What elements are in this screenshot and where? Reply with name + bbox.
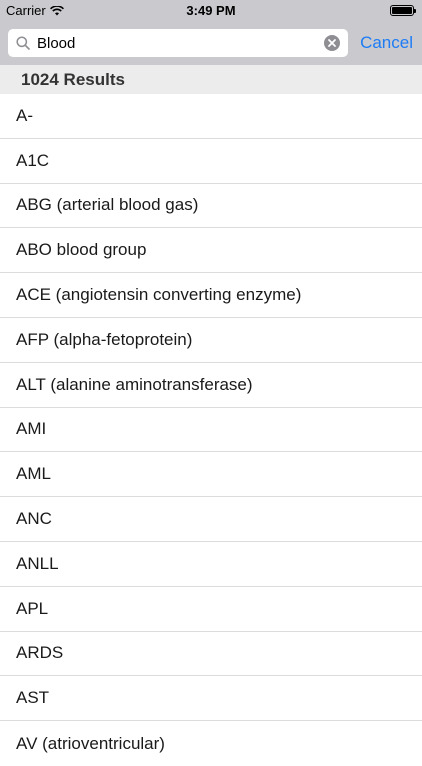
search-field[interactable] (8, 29, 348, 57)
list-item[interactable]: AFP (alpha-fetoprotein) (0, 318, 422, 363)
battery-icon (390, 5, 416, 16)
list-item[interactable]: AV (atrioventricular) (0, 721, 422, 766)
list-item[interactable]: ABO blood group (0, 228, 422, 274)
list-item[interactable]: ANLL (0, 542, 422, 587)
results-list: A- A1C ABG (arterial blood gas) ABO bloo… (0, 94, 422, 766)
results-count-header: 1024 Results (0, 65, 422, 94)
list-item[interactable]: ALT (alanine aminotransferase) (0, 363, 422, 408)
list-item[interactable]: A1C (0, 139, 422, 184)
list-item[interactable]: AMI (0, 408, 422, 453)
search-input[interactable] (37, 32, 317, 54)
cancel-button[interactable]: Cancel (360, 33, 413, 53)
clock: 3:49 PM (186, 3, 236, 18)
list-item[interactable]: ARDS (0, 632, 422, 677)
list-item[interactable]: ABG (arterial blood gas) (0, 184, 422, 229)
list-item[interactable]: AST (0, 676, 422, 722)
list-item[interactable]: ACE (angiotensin converting enzyme) (0, 273, 422, 318)
list-item[interactable]: APL (0, 587, 422, 632)
list-item[interactable]: AML (0, 452, 422, 498)
list-item[interactable]: ANC (0, 497, 422, 542)
list-item[interactable]: A- (0, 94, 422, 139)
clear-text-icon[interactable] (324, 35, 340, 51)
search-bar: Cancel (0, 22, 422, 65)
search-icon (16, 36, 30, 50)
status-bar: Carrier 3:49 PM (0, 0, 422, 22)
